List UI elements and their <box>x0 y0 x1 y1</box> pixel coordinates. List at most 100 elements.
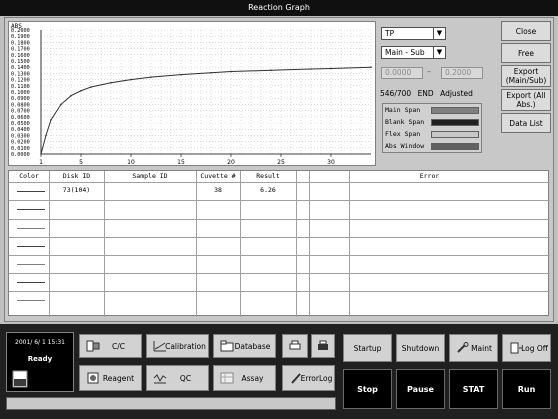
data-point <box>230 70 232 73</box>
x-tick-label: 25 <box>277 159 285 166</box>
data-point <box>45 134 47 137</box>
reaction-status: 546/700 END Adjusted <box>380 89 483 100</box>
y-tick-label: 0.0400 <box>11 127 30 133</box>
y-tick-label: 0.1900 <box>11 34 30 40</box>
range-dash: – <box>427 67 431 76</box>
column-header-sample-id: Sample ID <box>132 172 168 180</box>
range-from-field[interactable]: 0.0000 <box>381 67 423 79</box>
legend-main-span: Main Span <box>385 106 421 114</box>
stat-button[interactable]: STAT <box>449 369 498 409</box>
reagent-button[interactable]: Reagent <box>79 365 142 391</box>
pause-button[interactable]: Pause <box>396 369 445 409</box>
logoff-button[interactable]: Log Off <box>502 334 551 362</box>
reagent-icon <box>87 372 99 384</box>
startup-label: Startup <box>353 343 382 353</box>
reaction-count: 546/700 <box>380 89 412 98</box>
calibration-button[interactable]: Calibration <box>146 334 209 358</box>
x-tick-label: 1 <box>39 159 43 166</box>
results-table: Color Disk ID Sample ID Cuvette # Result… <box>8 170 550 317</box>
column-divider <box>296 171 297 317</box>
row-color-swatch <box>17 246 45 247</box>
reaction-graph-panel: ABS 0.2000 0.1900 0.1800 0.1700 0.1600 0.1500 0… <box>8 21 376 166</box>
main-span-swatch <box>431 107 479 114</box>
reaction-graph-chart: ABS0.20000.19000.18000.17000.16000.15000… <box>11 23 372 166</box>
wave-select[interactable]: Main - Sub ▼ <box>381 46 446 59</box>
shutdown-button[interactable]: Shutdown <box>396 334 445 362</box>
startup-button[interactable]: Startup <box>343 334 392 362</box>
reagent-label: Reagent <box>102 373 135 383</box>
chevron-down-icon[interactable]: ▼ <box>433 28 445 39</box>
flex-span-swatch <box>431 131 479 138</box>
legend-flex-span: Flex Span <box>385 130 421 138</box>
data-point <box>80 89 82 92</box>
column-header-disk-id: Disk ID <box>62 172 91 180</box>
database-label: Database <box>234 341 271 351</box>
data-point <box>50 119 52 121</box>
assay-button[interactable]: Assay <box>213 365 276 391</box>
test-select[interactable]: TP ▼ <box>381 27 446 40</box>
column-header-error: Error <box>419 172 440 180</box>
qc-label: QC <box>179 373 192 383</box>
assay-label: Assay <box>241 373 264 383</box>
y-tick-label: 0.2000 <box>11 28 30 34</box>
y-tick-label: 0.0800 <box>11 102 30 108</box>
chevron-down-icon[interactable]: ▼ <box>433 47 445 58</box>
free-button[interactable]: Free <box>501 43 551 63</box>
maint-button[interactable]: Maint <box>449 334 498 362</box>
errorlog-label: ErrorLog <box>300 373 333 383</box>
y-tick-label: 0.0000 <box>11 152 30 158</box>
data-point <box>210 71 212 74</box>
wrench-icon <box>457 342 469 353</box>
table-cell-cuvette[interactable]: 38 <box>196 185 240 196</box>
export-all-abs-button[interactable]: Export (All Abs.) <box>501 89 551 111</box>
x-tick-label: 5 <box>79 159 83 166</box>
data-point <box>370 66 372 68</box>
errorlog-button[interactable]: ErrorLog <box>282 365 335 391</box>
export-main-sub-button[interactable]: Export (Main/Sub) <box>501 65 551 87</box>
y-tick-label: 0.1300 <box>11 71 30 77</box>
table-cell-result[interactable]: 6.26 <box>240 185 296 196</box>
row-divider <box>9 200 550 201</box>
row-divider <box>9 237 550 238</box>
qc-button[interactable]: QC <box>146 365 209 391</box>
test-select-value: TP <box>385 29 395 38</box>
print-button[interactable] <box>311 334 335 358</box>
cc-button[interactable]: C/C <box>79 334 142 358</box>
status-state: Ready <box>27 355 53 363</box>
x-tick-label: 20 <box>227 159 235 166</box>
data-point <box>110 81 112 84</box>
blank-span-swatch <box>431 119 479 126</box>
print-preview-button[interactable] <box>282 334 308 358</box>
database-button[interactable]: Database <box>213 334 276 358</box>
table-cell-sample-id[interactable] <box>104 185 196 196</box>
data-list-button[interactable]: Data List <box>501 113 551 133</box>
data-point <box>130 78 132 81</box>
calibration-label: Calibration <box>165 341 206 351</box>
folder-icon <box>220 340 234 352</box>
y-tick-label: 0.1100 <box>11 84 30 90</box>
y-tick-label: 0.1000 <box>11 90 30 96</box>
y-tick-label: 0.1600 <box>11 53 30 59</box>
legend-abs-window: Abs Window <box>385 142 425 150</box>
x-tick-label: 30 <box>327 159 335 166</box>
table-cell-error[interactable] <box>309 185 550 196</box>
stop-button[interactable]: Stop <box>343 369 392 409</box>
row-divider <box>9 273 550 274</box>
data-point <box>310 68 312 70</box>
run-button[interactable]: Run <box>502 369 551 409</box>
shutdown-label: Shutdown <box>401 343 440 353</box>
y-tick-label: 0.0300 <box>11 133 30 139</box>
y-tick-label: 0.1800 <box>11 40 30 46</box>
span-legend: Main Span Blank Span Flex Span Abs Windo… <box>382 103 482 153</box>
close-button[interactable]: Close <box>501 21 551 41</box>
table-cell-disk-id[interactable]: 73(104) <box>49 185 104 196</box>
row-color-swatch <box>17 191 45 192</box>
abs-window-swatch <box>431 143 479 150</box>
row-divider <box>9 255 550 256</box>
row-color-swatch <box>17 264 45 265</box>
pencil-icon <box>291 373 301 384</box>
x-tick-label: 15 <box>177 159 185 166</box>
x-tick-label: 10 <box>127 159 135 166</box>
range-to-field[interactable]: 0.2000 <box>441 67 483 79</box>
y-tick-label: 0.1400 <box>11 65 30 71</box>
